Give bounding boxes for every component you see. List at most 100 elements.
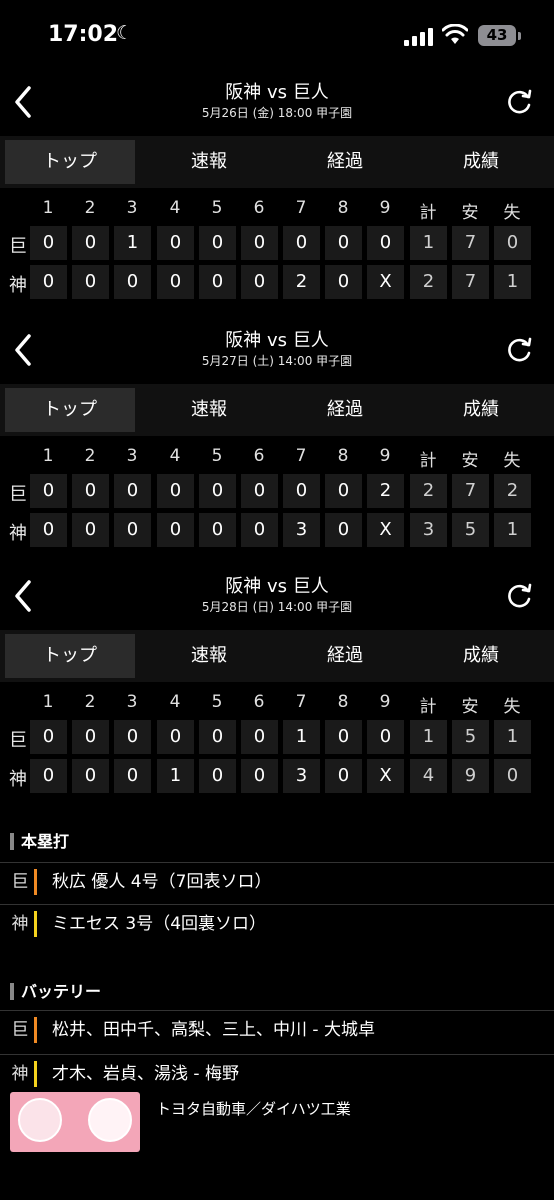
score-cell: 0 [199,513,236,547]
home-run-row: 神 ミエセス 3号（4回裏ソロ） [0,904,554,942]
score-cell: 0 [494,759,531,793]
score-cell: 0 [241,759,278,793]
score-cell: 5 [452,720,489,754]
tab-0[interactable]: トップ [5,634,135,678]
score-cell: 0 [157,474,194,508]
match-subtitle: 5月26日 (金) 18:00 甲子園 [201,106,353,120]
score-cell: 0 [30,720,67,754]
team-label: 巨 [9,730,27,751]
inning-header: 6 [253,692,265,712]
game-header: 阪神 vs 巨人 5月28日 (日) 14:00 甲子園 [0,568,554,626]
tab-1[interactable]: 速報 [144,140,274,184]
score-cell: 0 [114,513,151,547]
tab-0[interactable]: トップ [5,388,135,432]
score-cell: 3 [283,759,320,793]
score-cell: 0 [283,226,320,260]
score-cell: 2 [410,265,447,299]
tab-0[interactable]: トップ [5,140,135,184]
tab-2[interactable]: 経過 [280,140,410,184]
score-cell: 0 [325,720,362,754]
status-bar: 17:02 ☾ 43 [0,0,554,72]
match-subtitle: 5月27日 (土) 14:00 甲子園 [201,354,353,368]
score-cell: 0 [114,720,151,754]
score-cell: 0 [199,265,236,299]
score-cell: 0 [241,226,278,260]
tab-1[interactable]: 速報 [144,388,274,432]
score-cell: 0 [199,720,236,754]
score-cell: 1 [114,226,151,260]
inning-header: 失 [503,697,521,717]
score-cell: 0 [72,474,109,508]
score-cell: 0 [72,720,109,754]
inning-header: 6 [253,446,265,466]
score-cell: 0 [241,720,278,754]
score-cell: 0 [157,513,194,547]
score-cell: 4 [410,759,447,793]
score-cell: 0 [325,265,362,299]
score-cell: 0 [114,759,151,793]
inning-header: 失 [503,203,521,223]
inning-header: 5 [211,692,223,712]
inning-header: 計 [419,697,437,717]
score-cell: 0 [325,759,362,793]
inning-header: 2 [84,198,96,218]
score-cell: 0 [30,474,67,508]
inning-header: 6 [253,198,265,218]
battery-row: 巨 松井、田中千、高梨、三上、中川 - 大城卓 [0,1010,554,1048]
moon-icon: ☾ [116,22,134,44]
inning-header: 4 [169,692,181,712]
refresh-button[interactable] [506,88,534,116]
team-color-bar [34,911,37,937]
refresh-button[interactable] [506,582,534,610]
scoreboard: 123456789計安失巨001000000170神00000020X271 [0,190,554,306]
score-cell: 0 [114,474,151,508]
battery-indicator: 43 [478,25,516,46]
score-cell: 0 [199,474,236,508]
score-cell: 0 [30,226,67,260]
refresh-icon [508,583,532,608]
tab-3[interactable]: 成績 [416,634,546,678]
score-cell: 2 [494,474,531,508]
score-cell: 0 [30,265,67,299]
score-cell: 1 [283,720,320,754]
score-cell: 0 [241,265,278,299]
inning-header: 1 [42,692,54,712]
tab-2[interactable]: 経過 [280,388,410,432]
inning-header: 7 [295,446,307,466]
score-cell: 0 [494,226,531,260]
team-color-bar [34,1017,37,1043]
score-cell: 0 [72,513,109,547]
score-cell: X [367,265,404,299]
battery-heading: バッテリー [10,978,101,1002]
tab-3[interactable]: 成績 [416,388,546,432]
team-label: 神 [11,914,29,934]
tab-2[interactable]: 経過 [280,634,410,678]
tab-1[interactable]: 速報 [144,634,274,678]
ad-sponsor-text: トヨタ自動車／ダイハツ工業 [156,1100,351,1118]
inning-header: 安 [461,697,479,717]
scoreboard: 123456789計安失巨000000002272神00000030X351 [0,438,554,554]
score-cell: 0 [72,759,109,793]
score-cell: 0 [199,226,236,260]
inning-header: 8 [337,692,349,712]
team-label: 神 [9,275,27,296]
team-label: 巨 [9,484,27,505]
score-cell: 1 [410,720,447,754]
signal-icon [404,28,434,46]
match-title: 阪神 vs 巨人 [225,330,329,351]
team-label: 神 [9,523,27,544]
score-cell: 0 [72,265,109,299]
team-label: 神 [9,769,27,790]
refresh-button[interactable] [506,336,534,364]
battery-tip [518,32,521,40]
match-subtitle: 5月28日 (日) 14:00 甲子園 [201,600,353,614]
inning-header: 9 [379,198,391,218]
tab-3[interactable]: 成績 [416,140,546,184]
inning-header: 3 [126,692,138,712]
ad-banner[interactable] [10,1092,140,1152]
wifi-icon [442,24,468,44]
inning-header: 2 [84,446,96,466]
score-cell: 5 [452,513,489,547]
inning-header: 1 [42,446,54,466]
inning-header: 9 [379,692,391,712]
